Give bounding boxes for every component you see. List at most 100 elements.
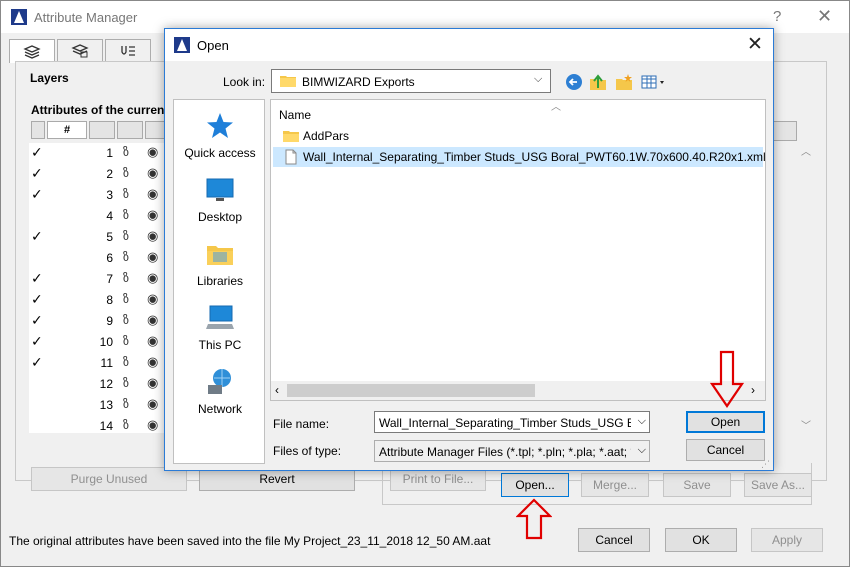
view-menu-icon[interactable]	[641, 73, 669, 91]
unlocked-icon[interactable]: ზ	[123, 334, 129, 348]
file-list[interactable]: ︿ Name AddPars Wall_Internal_Separating_T…	[270, 99, 766, 401]
layer-row[interactable]: 4ზ◉- Hi	[29, 206, 169, 227]
tab-layer-combinations[interactable]	[57, 39, 103, 61]
layer-row[interactable]: ✓3ზ◉2D	[29, 185, 169, 206]
place-network[interactable]: Network	[174, 366, 266, 428]
file-item[interactable]: Wall_Internal_Separating_Timber Studs_US…	[273, 147, 766, 167]
ok-button[interactable]: OK	[665, 528, 737, 552]
apply-button[interactable]: Apply	[751, 528, 823, 552]
scroll-down-icon[interactable]: ﹀	[801, 417, 811, 432]
column-header-lock[interactable]	[89, 121, 115, 139]
scroll-right-icon[interactable]: ›	[751, 383, 755, 397]
eye-icon[interactable]: ◉	[147, 144, 158, 160]
eye-icon[interactable]: ◉	[147, 228, 158, 244]
chevron-down-icon[interactable]: ⌵	[635, 415, 646, 428]
layer-number: 1	[106, 146, 113, 160]
folder-item[interactable]: AddPars	[273, 126, 763, 146]
section-label: Layers	[30, 71, 69, 85]
eye-icon[interactable]: ◉	[147, 396, 158, 412]
back-icon[interactable]	[565, 73, 583, 91]
check-mark-icon: ✓	[31, 312, 43, 328]
eye-icon[interactable]: ◉	[147, 207, 158, 223]
unlocked-icon[interactable]: ზ	[123, 376, 129, 390]
layer-row[interactable]: 6ზ◉DIM	[29, 248, 169, 269]
eye-icon[interactable]: ◉	[147, 186, 158, 202]
place-desktop[interactable]: Desktop	[174, 174, 266, 236]
eye-icon[interactable]: ◉	[147, 417, 158, 433]
scroll-left-icon[interactable]: ‹	[275, 383, 279, 397]
unlocked-icon[interactable]: ზ	[123, 145, 129, 159]
unlocked-icon[interactable]: ზ	[123, 355, 129, 369]
cancel-button[interactable]: Cancel	[578, 528, 650, 552]
layer-row[interactable]: 14ზ◉LAE	[29, 416, 169, 433]
look-in-dropdown[interactable]: BIMWIZARD Exports ⌵	[271, 69, 551, 93]
horizontal-scrollbar[interactable]: ‹ ›	[270, 381, 766, 401]
file-name-input[interactable]: Wall_Internal_Separating_Timber Studs_US…	[374, 411, 650, 433]
new-folder-icon[interactable]	[615, 73, 633, 91]
column-header-visibility[interactable]	[117, 121, 143, 139]
tab-pens[interactable]	[105, 39, 151, 61]
column-header-check[interactable]	[31, 121, 45, 139]
save-button[interactable]: Save	[663, 473, 731, 497]
layer-row[interactable]: ✓2ზ◉FIG	[29, 164, 169, 185]
cancel-button[interactable]: Cancel	[686, 439, 765, 461]
scrollbar-thumb[interactable]	[287, 384, 535, 397]
eye-icon[interactable]: ◉	[147, 354, 158, 370]
layer-number: 7	[106, 272, 113, 286]
unlocked-icon[interactable]: ზ	[123, 292, 129, 306]
eye-icon[interactable]: ◉	[147, 375, 158, 391]
tab-layers[interactable]	[9, 39, 55, 63]
up-folder-icon[interactable]	[589, 73, 607, 91]
layer-row[interactable]: ✓7ზ◉DIM	[29, 269, 169, 290]
open-button[interactable]: Open	[686, 411, 765, 433]
eye-icon[interactable]: ◉	[147, 333, 158, 349]
layer-row[interactable]: 12ზ◉LAE	[29, 374, 169, 395]
eye-icon[interactable]: ◉	[147, 312, 158, 328]
place-computer[interactable]: This PC	[174, 302, 266, 364]
unlocked-icon[interactable]: ზ	[123, 229, 129, 243]
check-mark-icon: ✓	[31, 354, 43, 370]
layer-number: 8	[106, 293, 113, 307]
sort-ascending-icon: ︿	[551, 102, 561, 113]
unlocked-icon[interactable]: ზ	[123, 166, 129, 180]
layer-row[interactable]: ✓11ზ◉LAE	[29, 353, 169, 374]
unlocked-icon[interactable]: ზ	[123, 313, 129, 327]
open-dialog-titlebar: Open ✕	[165, 29, 773, 61]
open-file-button[interactable]: Open...	[501, 473, 569, 497]
unlocked-icon[interactable]: ზ	[123, 271, 129, 285]
layer-row[interactable]: ✓1ზ◉A	[29, 143, 169, 164]
layer-row[interactable]: ✓9ზ◉FILL	[29, 311, 169, 332]
layer-row[interactable]: ✓8ზ◉DRA	[29, 290, 169, 311]
unlocked-icon[interactable]: ზ	[123, 250, 129, 264]
check-mark-icon: ✓	[31, 165, 43, 181]
save-as-button[interactable]: Save As...	[744, 473, 812, 497]
layer-list[interactable]: ✓1ზ◉A✓2ზ◉FIG✓3ზ◉2D4ზ◉- Hi✓5ზ◉DIM6ზ◉DIM✓7…	[29, 143, 169, 433]
eye-icon[interactable]: ◉	[147, 291, 158, 307]
unlocked-icon[interactable]: ზ	[123, 208, 129, 222]
resize-grip-icon[interactable]: ⋰	[761, 459, 770, 470]
eye-icon[interactable]: ◉	[147, 165, 158, 181]
eye-icon[interactable]: ◉	[147, 249, 158, 265]
place-star[interactable]: Quick access	[174, 110, 266, 172]
open-dialog: Open ✕ Look in: BIMWIZARD Exports ⌵ Quic…	[164, 28, 774, 471]
chevron-down-icon: ⌵	[534, 73, 543, 85]
merge-button[interactable]: Merge...	[581, 473, 649, 497]
scroll-up-icon[interactable]: ︿	[801, 143, 811, 158]
layer-row[interactable]: 13ზ◉LAE	[29, 395, 169, 416]
layer-row[interactable]: ✓5ზ◉DIM	[29, 227, 169, 248]
unlocked-icon[interactable]: ზ	[123, 397, 129, 411]
dialog-close-button[interactable]: ✕	[747, 33, 763, 56]
place-label: This PC	[198, 338, 242, 352]
help-button[interactable]: ?	[773, 8, 781, 25]
place-libraries[interactable]: Libraries	[174, 238, 266, 300]
unlocked-icon[interactable]: ზ	[123, 187, 129, 201]
place-label: Desktop	[197, 210, 243, 224]
column-header-number[interactable]: #	[47, 121, 87, 139]
name-column-header[interactable]: Name	[279, 108, 311, 122]
files-of-type-dropdown[interactable]: Attribute Manager Files (*.tpl; *.pln; *…	[374, 440, 650, 462]
close-button[interactable]: ✕	[817, 6, 832, 27]
unlocked-icon[interactable]: ზ	[123, 418, 129, 432]
eye-icon[interactable]: ◉	[147, 270, 158, 286]
folder-icon	[280, 76, 296, 87]
layer-row[interactable]: ✓10ზ◉GRI	[29, 332, 169, 353]
